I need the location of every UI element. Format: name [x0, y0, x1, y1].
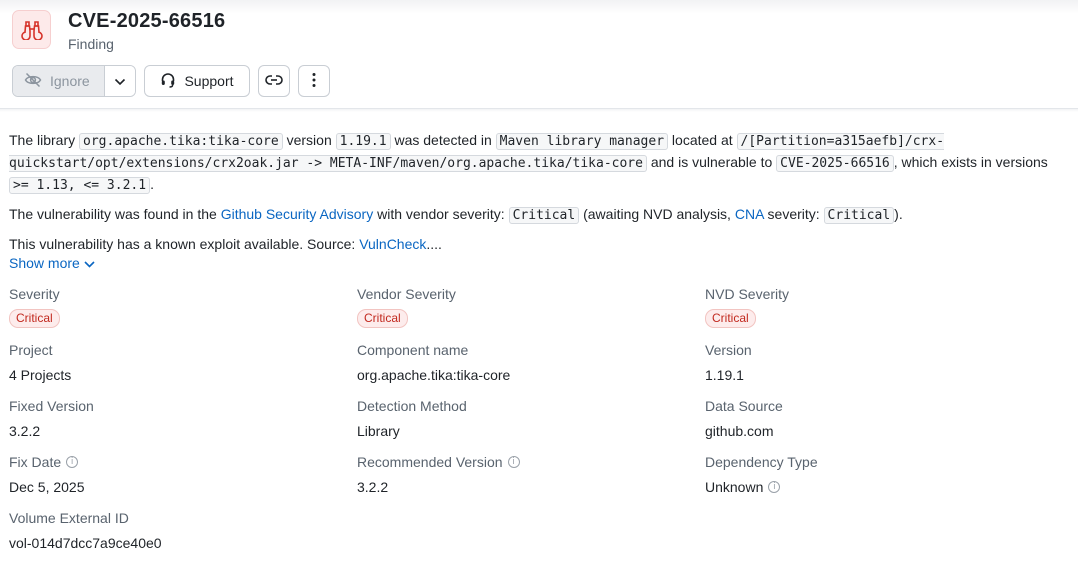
desc-text: and is vulnerable to [646, 154, 777, 170]
field-value: 3.2.2 [357, 479, 389, 495]
field-label-row: Recommended Version i [357, 454, 520, 470]
field-vendor-severity: Vendor Severity Critical [357, 286, 456, 328]
desc-text: with vendor severity: [373, 206, 509, 222]
info-icon[interactable]: i [768, 481, 781, 493]
vulncheck-link[interactable]: VulnCheck [359, 236, 426, 252]
version-range-code: >= 1.13, <= 3.2.1 [9, 177, 151, 194]
cve-code: CVE-2025-66516 [776, 155, 894, 172]
desc-text: , which exists in versions [893, 154, 1048, 170]
field-label: Data Source [705, 398, 783, 414]
more-actions-button[interactable] [298, 65, 330, 97]
field-value: 1.19.1 [705, 367, 744, 383]
field-data-source: Data Source github.com [705, 398, 783, 439]
page-subtitle: Finding [68, 36, 114, 52]
field-recommended-version: Recommended Version i 3.2.2 [357, 454, 520, 495]
desc-text: severity: [763, 206, 824, 222]
field-value: Dec 5, 2025 [9, 479, 85, 495]
field-label: Project [9, 342, 53, 358]
chevron-down-icon [84, 255, 95, 271]
field-label-row: Fix Date i [9, 454, 85, 470]
header-divider-shadow [0, 109, 1078, 112]
link-icon [265, 73, 283, 89]
field-value: org.apache.tika:tika-core [357, 367, 511, 383]
cna-link[interactable]: CNA [735, 206, 764, 222]
copy-link-button[interactable] [258, 65, 290, 97]
ignore-split-button: Ignore [12, 65, 136, 97]
description-paragraph-exploit: This vulnerability has a known exploit a… [9, 234, 1069, 254]
field-label: Volume External ID [9, 510, 129, 526]
desc-text: was detected in [390, 132, 496, 148]
field-value: 4 Projects [9, 367, 72, 383]
desc-text: version [282, 132, 336, 148]
cna-severity-code: Critical [823, 207, 895, 224]
field-fixed-version: Fixed Version 3.2.2 [9, 398, 94, 439]
library-code: org.apache.tika:tika-core [79, 133, 283, 150]
field-label: Detection Method [357, 398, 467, 414]
info-icon[interactable]: i [507, 456, 520, 468]
field-nvd-severity: NVD Severity Critical [705, 286, 789, 328]
field-label: Recommended Version [357, 454, 503, 470]
severity-badge: Critical [705, 309, 756, 328]
show-more-link[interactable]: Show more [9, 255, 95, 271]
field-severity: Severity Critical [9, 286, 60, 328]
desc-text: .... [426, 236, 442, 252]
desc-text: . [150, 176, 154, 192]
show-more-label: Show more [9, 255, 80, 271]
field-volume-external-id: Volume External ID vol-014d7dcc7a9ce40e0 [9, 510, 162, 551]
field-version: Version 1.19.1 [705, 342, 752, 383]
severity-badge: Critical [357, 309, 408, 328]
desc-text: located at [668, 132, 737, 148]
field-dependency-type: Dependency Type Unknown i [705, 454, 818, 495]
desc-text: The vulnerability was found in the [9, 206, 221, 222]
field-label: Severity [9, 286, 60, 302]
field-value-row: Unknown i [705, 479, 818, 495]
field-value: 3.2.2 [9, 423, 41, 439]
chevron-down-icon [114, 73, 126, 89]
info-icon[interactable]: i [66, 456, 79, 468]
field-fix-date: Fix Date i Dec 5, 2025 [9, 454, 85, 495]
field-value: vol-014d7dcc7a9ce40e0 [9, 535, 162, 551]
toolbar: Ignore Support [12, 65, 330, 98]
field-label: Fix Date [9, 454, 62, 470]
headset-icon [160, 72, 176, 91]
ignore-button-label: Ignore [50, 73, 90, 89]
support-button-label: Support [184, 73, 234, 89]
desc-text: (awaiting NVD analysis, [579, 206, 735, 222]
field-project: Project 4 Projects [9, 342, 71, 383]
binoculars-icon [12, 10, 51, 49]
description-paragraph-source: The vulnerability was found in the Githu… [9, 204, 1069, 226]
field-label: Vendor Severity [357, 286, 456, 302]
field-detection-method: Detection Method Library [357, 398, 467, 439]
github-advisory-link[interactable]: Github Security Advisory [221, 206, 374, 222]
data-source-link[interactable]: github.com [705, 423, 783, 439]
kebab-menu-icon [312, 72, 316, 91]
field-component-name: Component name org.apache.tika:tika-core [357, 342, 510, 383]
eye-off-icon [24, 72, 42, 91]
desc-text: The library [9, 132, 80, 148]
field-label: NVD Severity [705, 286, 790, 302]
field-value: Unknown [705, 479, 764, 495]
field-label: Version [705, 342, 752, 358]
manager-code: Maven library manager [495, 133, 669, 150]
field-label: Dependency Type [705, 454, 818, 470]
desc-text: This vulnerability has a known exploit a… [9, 236, 360, 252]
severity-badge: Critical [9, 309, 60, 328]
desc-text: ). [894, 206, 903, 222]
field-value: Library [357, 423, 400, 439]
vendor-severity-code: Critical [508, 207, 580, 224]
ignore-button[interactable]: Ignore [13, 66, 105, 96]
page-title: CVE-2025-66516 [68, 10, 226, 32]
field-label: Fixed Version [9, 398, 94, 414]
field-label: Component name [357, 342, 469, 358]
finding-header: CVE-2025-66516 Finding [12, 10, 712, 54]
finding-description: The library org.apache.tika:tika-core ve… [9, 130, 1069, 262]
ignore-dropdown-button[interactable] [105, 66, 135, 96]
version-code: 1.19.1 [335, 133, 391, 150]
description-paragraph-detection: The library org.apache.tika:tika-core ve… [9, 130, 1069, 196]
support-button[interactable]: Support [144, 65, 250, 97]
